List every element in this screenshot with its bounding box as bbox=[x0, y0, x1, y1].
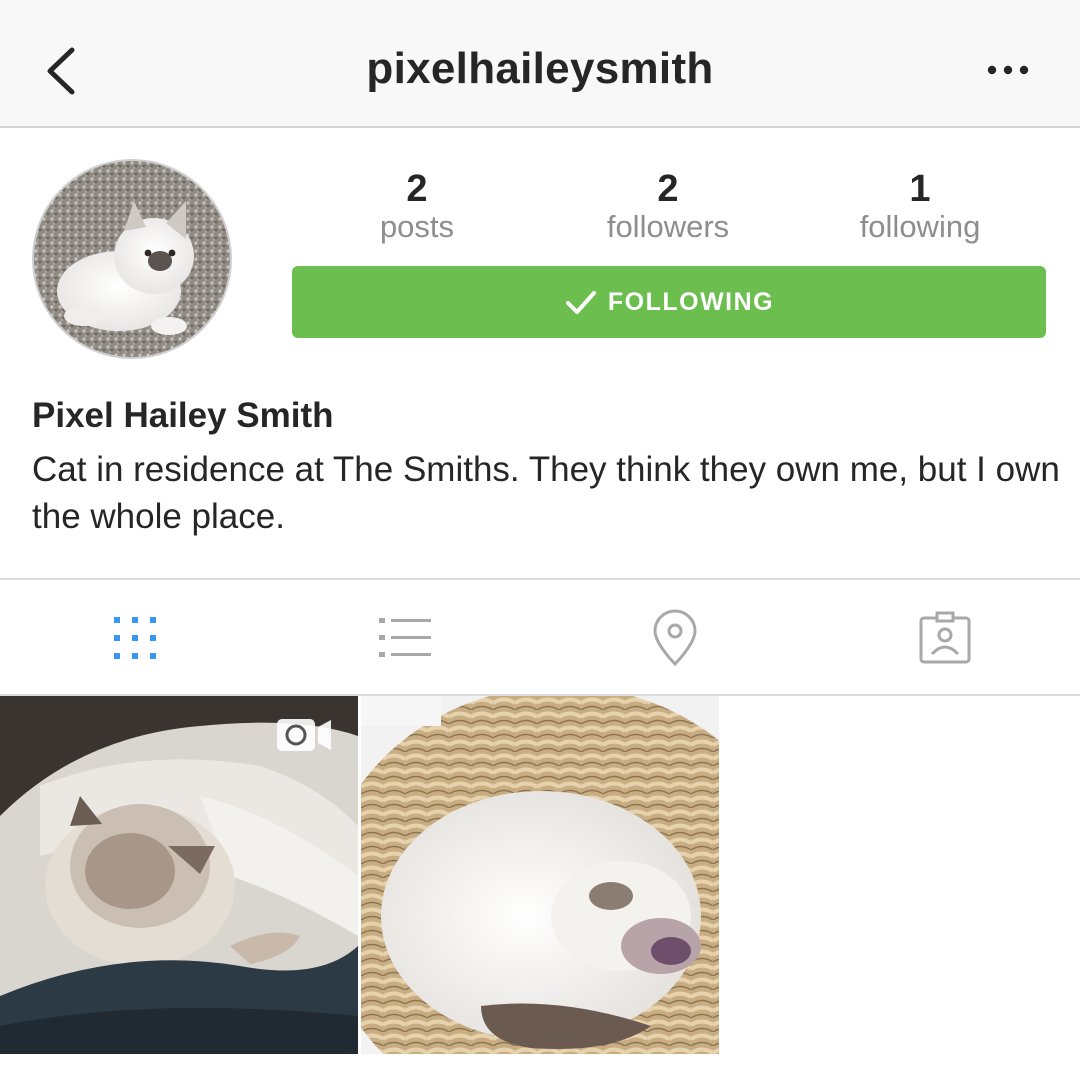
followers-label: followers bbox=[606, 209, 730, 244]
followers-count: 2 bbox=[657, 168, 679, 210]
post-photo-kitten-basket bbox=[361, 696, 719, 1054]
stat-posts: 2 posts bbox=[292, 168, 542, 244]
tagged-person-icon[interactable] bbox=[915, 608, 975, 668]
posts-label: posts bbox=[379, 209, 455, 244]
profile-avatar[interactable] bbox=[32, 159, 232, 359]
post-thumbnail[interactable] bbox=[0, 696, 358, 1054]
checkmark-icon bbox=[565, 291, 596, 314]
following-button[interactable]: FOLLOWING bbox=[292, 266, 1046, 338]
top-navigation-bar: pixelhaileysmith bbox=[0, 0, 1080, 128]
stat-followers[interactable]: 2 followers bbox=[543, 168, 793, 244]
following-button-label: FOLLOWING bbox=[607, 287, 775, 316]
more-horizontal-icon[interactable] bbox=[986, 58, 1030, 82]
profile-display-name: Pixel Hailey Smith bbox=[32, 396, 334, 435]
following-count: 1 bbox=[909, 168, 931, 210]
avatar-photo bbox=[34, 161, 230, 357]
list-icon[interactable] bbox=[375, 608, 435, 668]
video-camera-icon bbox=[277, 719, 331, 751]
grid-icon[interactable] bbox=[105, 608, 165, 668]
stat-following[interactable]: 1 following bbox=[795, 168, 1045, 244]
posts-count: 2 bbox=[406, 168, 428, 210]
following-label: following bbox=[859, 209, 981, 244]
profile-view-tabs bbox=[0, 578, 1080, 696]
profile-username-title: pixelhaileysmith bbox=[366, 44, 714, 93]
location-pin-icon[interactable] bbox=[645, 608, 705, 668]
post-thumbnail[interactable] bbox=[361, 696, 719, 1054]
profile-bio: Cat in residence at The Smiths. They thi… bbox=[32, 450, 1060, 536]
